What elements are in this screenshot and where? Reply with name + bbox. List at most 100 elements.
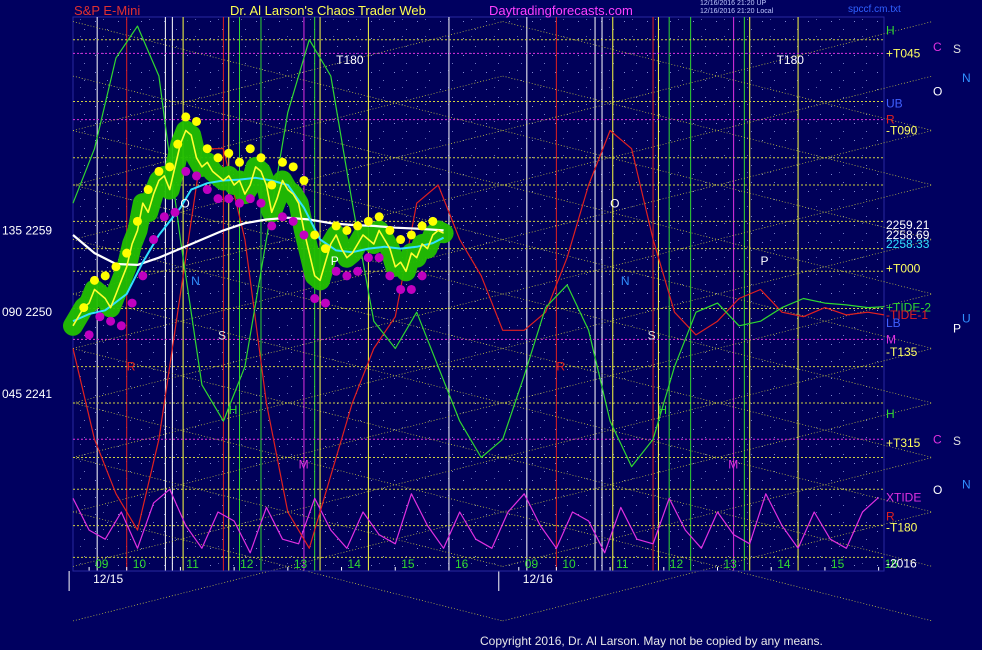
right-label-7: 2258.33 (886, 237, 930, 251)
low-dot-7 (159, 212, 169, 222)
low-dot-0 (84, 330, 94, 340)
high-dot-33 (428, 216, 438, 226)
low-dot-21 (310, 294, 320, 304)
low-dot-18 (277, 212, 287, 222)
low-dot-12 (213, 194, 223, 204)
x-hour-label-12: 13 (724, 557, 738, 571)
high-dot-18 (267, 180, 277, 190)
high-dot-32 (417, 221, 427, 231)
planet-label-7: S (953, 434, 961, 448)
planet-label-5: P (953, 322, 961, 336)
annotation-12: H (229, 403, 238, 417)
annotation-2: O (180, 197, 189, 211)
high-dot-20 (288, 162, 298, 172)
high-dot-0 (79, 303, 89, 313)
x-hour-label-7: 16 (455, 557, 469, 571)
x-date-label-1: 12/16 (523, 572, 553, 586)
right-label-18: -T180 (886, 520, 918, 534)
low-dot-26 (363, 253, 373, 263)
low-dot-15 (245, 194, 255, 204)
high-dot-3 (111, 262, 121, 272)
high-dot-11 (192, 116, 202, 126)
x-hour-label-1: 10 (133, 557, 147, 571)
low-dot-16 (256, 198, 266, 208)
high-dot-12 (202, 144, 212, 154)
x-hour-label-14: 15 (831, 557, 845, 571)
high-dot-23 (320, 244, 330, 254)
high-dot-14 (224, 148, 234, 158)
y-left-label-0: 135 2259 (2, 223, 52, 237)
x-hour-label-2: 11 (186, 557, 199, 571)
planet-label-6: C (933, 432, 942, 446)
high-dot-13 (213, 153, 223, 163)
high-dot-27 (363, 216, 373, 226)
annotation-11: R (556, 359, 565, 373)
update-stamp: 12/16/2016 21:20 UP (700, 0, 767, 7)
copyright-notice: Copyright 2016, Dr. Al Larson. May not b… (480, 634, 823, 648)
data-file-name: spccf.cm.txt (848, 4, 901, 15)
x-hour-label-5: 14 (348, 557, 362, 571)
x-hour-label-4: 13 (294, 557, 308, 571)
low-dot-22 (320, 298, 330, 308)
planet-label-9: O (933, 483, 942, 497)
low-dot-23 (331, 266, 341, 276)
annotation-8: S (218, 328, 226, 342)
right-label-4: -T090 (886, 124, 918, 138)
right-label-1: +T045 (886, 46, 921, 60)
chart-canvas: 135 2259 090 2250 045 2241 09 10 11 12 13 14 15 16… (2, 16, 971, 622)
low-dot-17 (267, 221, 277, 231)
annotation-14: M (299, 457, 309, 471)
low-dot-14 (234, 198, 244, 208)
right-label-19: -2016 (886, 557, 917, 571)
right-label-15: +T315 (886, 436, 921, 450)
high-dot-2 (100, 271, 110, 281)
annotation-5: N (621, 274, 630, 288)
high-dot-10 (181, 112, 191, 122)
x-hour-label-13: 14 (777, 557, 791, 571)
high-dot-7 (154, 166, 164, 176)
high-dot-26 (353, 221, 363, 231)
annotation-1: T180 (777, 53, 805, 67)
high-dot-1 (89, 275, 99, 285)
right-label-14: H (886, 407, 895, 421)
low-dot-11 (202, 185, 212, 195)
high-dot-5 (132, 216, 142, 226)
planet-label-0: C (933, 40, 942, 54)
low-dot-10 (192, 171, 202, 181)
high-dot-31 (406, 230, 416, 240)
planet-label-3: O (933, 84, 942, 98)
high-dot-15 (234, 157, 244, 167)
low-dot-2 (106, 316, 116, 326)
right-label-16: XTIDE (886, 490, 921, 504)
planet-label-4: U (962, 312, 971, 326)
right-label-11: LB (886, 316, 901, 330)
annotation-0: T180 (336, 53, 364, 67)
low-dot-24 (342, 271, 352, 281)
y-left-label-2: 045 2241 (2, 387, 52, 401)
site-link[interactable]: Daytradingforecasts.com (489, 3, 633, 18)
high-dot-19 (277, 157, 287, 167)
chart-title: S&P E-Mini (74, 3, 141, 18)
high-dot-22 (310, 230, 320, 240)
low-dot-5 (138, 271, 148, 281)
y-left-label-1: 090 2250 (2, 305, 52, 319)
x-hour-label-10: 11 (616, 557, 629, 571)
annotation-15: M (728, 457, 738, 471)
low-dot-3 (116, 321, 126, 331)
right-label-8: +T000 (886, 262, 921, 276)
low-dot-8 (170, 207, 180, 217)
high-dot-24 (331, 221, 341, 231)
high-dot-17 (256, 153, 266, 163)
annotation-3: O (610, 197, 619, 211)
annotation-10: R (127, 359, 136, 373)
annotation-4: N (191, 274, 200, 288)
low-dot-9 (181, 166, 191, 176)
low-dot-6 (149, 235, 159, 245)
high-dot-16 (245, 144, 255, 154)
high-dot-8 (165, 162, 175, 172)
high-dot-9 (173, 139, 183, 149)
x-hour-label-9: 10 (562, 557, 576, 571)
planet-label-8: N (962, 478, 971, 492)
annotation-7: P (760, 254, 768, 268)
x-date-label-0: 12/15 (93, 572, 123, 586)
